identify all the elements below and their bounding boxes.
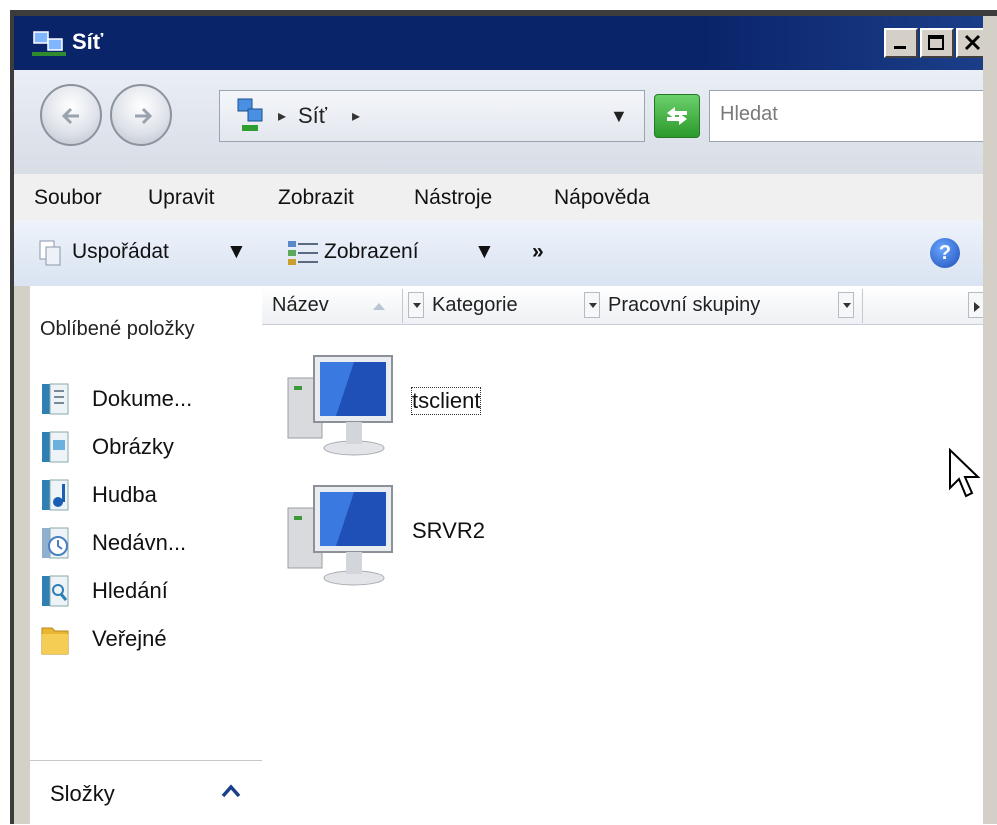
column-name[interactable]: Název [272,294,329,317]
back-button[interactable] [40,84,102,146]
help-icon[interactable]: ? [930,238,960,268]
folders-toggle[interactable]: Složky [30,760,262,825]
address-dropdown[interactable]: ▼ [610,106,628,127]
nav-label-public: Veřejné [92,626,167,651]
column-workgroup-dropdown[interactable] [838,292,854,318]
recent-icon [42,527,69,559]
nav-item-pictures[interactable]: Obrázky [38,428,260,468]
documents-icon [42,383,69,415]
scroll-right-button[interactable] [968,292,984,318]
network-icon [32,31,66,56]
forward-button[interactable] [110,84,172,146]
window-edge [983,16,997,824]
breadcrumb-network[interactable]: Síť [298,103,327,129]
more-commands-button[interactable]: » [532,240,544,264]
column-separator[interactable] [402,289,403,323]
chevron-down-icon [843,303,851,308]
chevron-right-icon [974,302,980,312]
forward-arrow-icon [135,107,153,125]
maximize-icon [928,35,944,50]
public-folder-icon [41,627,69,655]
pane-border [14,286,30,824]
explorer-window: Síť ▸ Síť ▸ ▼ Hledat Soubor Upravit Zobr… [14,16,997,825]
organize-button[interactable]: Uspořádat [72,240,169,264]
refresh-icon [667,107,687,125]
favorites-header: Oblíbené položky [40,318,195,340]
network-item-tsclient[interactable]: tsclient [284,348,524,458]
window-title: Síť [72,29,104,54]
column-separator[interactable] [862,289,863,323]
organize-icon [39,240,61,266]
nav-label-searches: Hledání [92,578,168,603]
computer-icon [287,355,393,456]
views-button[interactable]: Zobrazení [324,240,419,264]
item-label-tsclient: tsclient [410,387,482,415]
column-name-dropdown[interactable] [408,292,424,318]
network-icon [237,98,263,131]
nav-item-searches[interactable]: Hledání [38,572,260,612]
navigation-bar: ▸ Síť ▸ ▼ Hledat [14,70,997,175]
chevron-down-icon [413,303,421,308]
menu-view[interactable]: Zobrazit [278,186,354,210]
mouse-cursor-icon [949,448,981,498]
network-item-srvr2[interactable]: SRVR2 [284,478,524,588]
views-icon [288,241,318,265]
nav-label-pictures: Obrázky [92,434,174,459]
nav-item-recent[interactable]: Nedávn... [38,524,260,564]
searches-icon [42,575,69,607]
breadcrumb-chevron[interactable]: ▸ [352,106,360,126]
nav-label-recent: Nedávn... [92,530,187,555]
chevron-down-icon [589,303,597,308]
minimize-icon [894,46,906,49]
nav-item-public[interactable]: Veřejné [38,620,260,660]
breadcrumb-separator[interactable]: ▸ [278,106,286,126]
chevron-up-icon [221,784,241,798]
column-headers: Název Kategorie Pracovní skupiny [262,286,997,325]
column-category[interactable]: Kategorie [432,294,518,317]
search-input[interactable]: Hledat [709,90,997,142]
maximize-button[interactable] [920,28,954,58]
column-category-dropdown[interactable] [584,292,600,318]
nav-label-documents: Dokume... [92,386,193,411]
back-arrow-icon [61,107,79,125]
menu-help[interactable]: Nápověda [554,186,650,210]
column-workgroup[interactable]: Pracovní skupiny [608,294,760,317]
close-icon [964,34,981,51]
organize-dropdown[interactable]: ▼ [226,240,247,264]
menu-edit[interactable]: Upravit [148,186,215,210]
menu-tools[interactable]: Nástroje [414,186,492,210]
sort-ascending-icon [373,303,385,310]
nav-item-documents[interactable]: Dokume... [38,380,260,420]
title-bar[interactable]: Síť [14,16,997,70]
computer-icon [287,485,393,586]
pictures-icon [42,431,69,463]
nav-label-music: Hudba [92,482,157,507]
views-dropdown[interactable]: ▼ [474,240,495,264]
minimize-button[interactable] [884,28,918,58]
file-list: Název Kategorie Pracovní skupiny tsclien… [262,286,997,824]
address-box[interactable]: ▸ Síť ▸ ▼ [219,90,645,142]
navigation-pane: Oblíbené položky Dokume... Obrázky Hudba [30,286,263,825]
menu-file[interactable]: Soubor [34,186,102,210]
item-label-srvr2: SRVR2 [412,518,485,543]
folders-label: Složky [50,781,115,806]
music-icon [42,479,69,511]
menu-bar: Soubor Upravit Zobrazit Nástroje Nápověd… [14,174,997,220]
command-bar: Uspořádat ▼ Zobrazení ▼ » ? [14,220,997,287]
nav-item-music[interactable]: Hudba [38,476,260,516]
refresh-button[interactable] [654,94,700,138]
